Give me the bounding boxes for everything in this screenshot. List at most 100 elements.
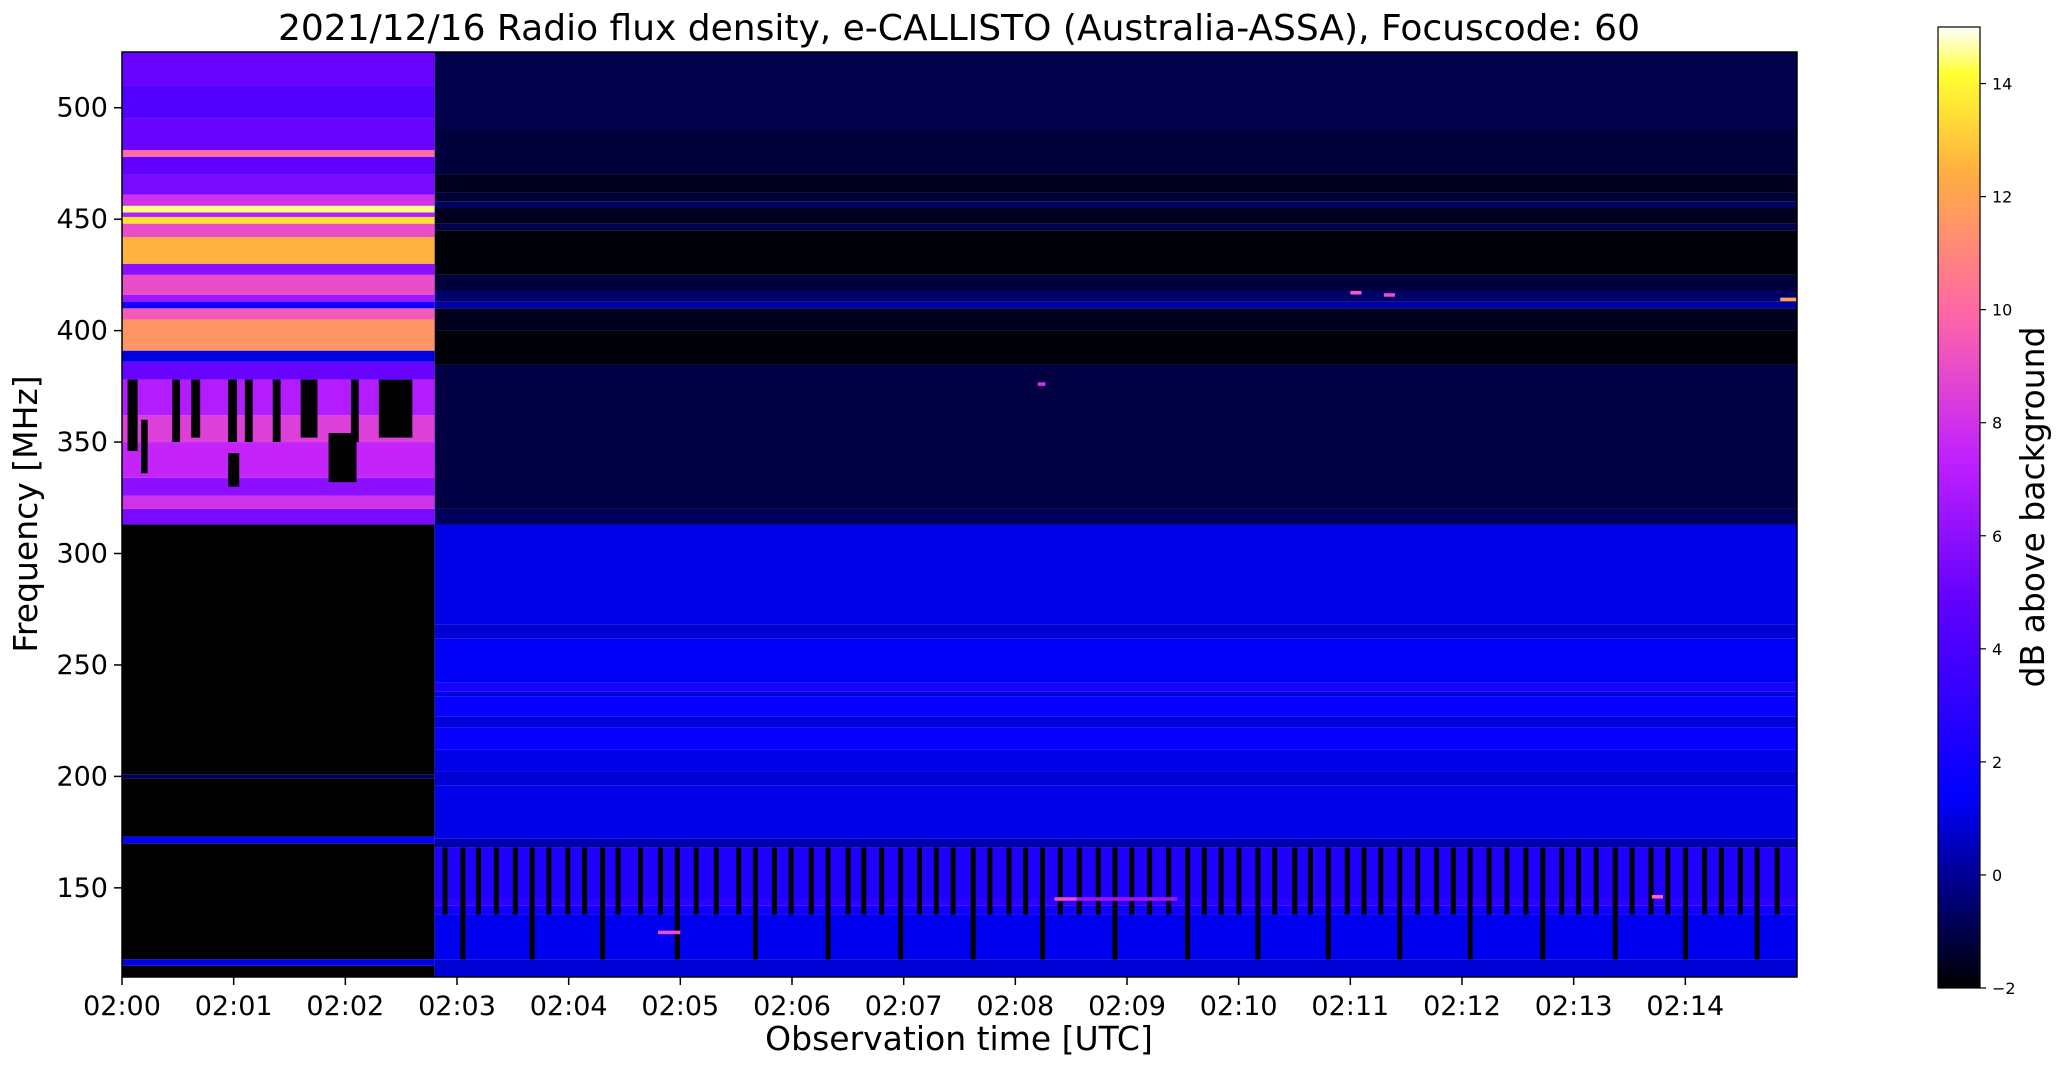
x-tick-label: 02:07 (865, 991, 943, 1022)
dropout-late (1378, 847, 1384, 915)
dropout-late (1737, 847, 1743, 915)
dropout-late (1095, 847, 1101, 915)
dropout-early (244, 379, 253, 443)
x-axis: 02:00 02:01 02:02 02:03 02:04 02:05 02:06 02:07… (83, 977, 1724, 1022)
dropout-late (736, 847, 742, 915)
frequency-band-early (122, 308, 435, 320)
dropout-late (1023, 847, 1029, 915)
dropout-early (127, 379, 138, 451)
frequency-band-early (122, 350, 435, 362)
dropout-late (1540, 847, 1546, 960)
frequency-band-early (122, 223, 435, 237)
dropout-late (898, 847, 904, 960)
dropout-early (272, 379, 281, 443)
frequency-band-early (122, 85, 435, 119)
frequency-band-late (434, 959, 1797, 977)
dropout-late (512, 847, 518, 915)
frequency-band-late (434, 192, 1797, 202)
dropout-late (1112, 847, 1118, 960)
colorbar-tick-label: 12 (1992, 188, 2012, 207)
dropout-late (1236, 847, 1242, 915)
dropout-late (1575, 847, 1581, 915)
frequency-band-early (122, 216, 435, 224)
dropout-late (1467, 847, 1473, 960)
dropout-late (1612, 847, 1618, 960)
dropout-late (933, 847, 939, 915)
chart-title: 2021/12/16 Radio flux density, e-CALLIST… (278, 8, 1640, 49)
frequency-band-early (122, 778, 435, 837)
frequency-band-early (122, 150, 435, 157)
frequency-band-early (122, 156, 435, 175)
frequency-band-early (122, 495, 435, 509)
frequency-band-late (434, 749, 1797, 772)
spectrogram-plot (122, 52, 1797, 977)
colorbar-tick-label: 8 (1992, 414, 2002, 433)
x-tick-label: 02:10 (1200, 991, 1278, 1022)
frequency-band-early (122, 294, 435, 302)
dropout-late (808, 847, 814, 915)
frequency-band-early (122, 959, 435, 966)
dropout-late (861, 847, 867, 915)
dropout-late (1415, 847, 1421, 915)
frequency-band-late (434, 682, 1797, 692)
frequency-band-early (122, 965, 435, 977)
colorbar-tick-label: 4 (1992, 640, 2002, 659)
dropout-late (442, 847, 448, 915)
y-tick-label: 250 (56, 650, 108, 681)
colorbar-tick-label: 6 (1992, 527, 2002, 546)
frequency-band-late (434, 174, 1797, 193)
frequency-band-late (434, 290, 1797, 302)
frequency-band-late (434, 274, 1797, 291)
dropout-early (350, 379, 359, 443)
dropout-late (1648, 847, 1654, 915)
frequency-band-early (122, 774, 435, 779)
frequency-band-late (434, 524, 1797, 625)
bright-feature (1651, 894, 1663, 899)
dropout-late (1702, 847, 1708, 915)
dropout-late (1486, 847, 1492, 915)
frequency-band-early (122, 263, 435, 275)
colorbar-label: dB above background (2013, 327, 2052, 688)
x-tick-label: 02:14 (1646, 991, 1724, 1022)
y-tick-label: 200 (56, 761, 108, 792)
frequency-band-early (122, 212, 435, 217)
dropout-late (1147, 847, 1153, 915)
dropout-late (582, 847, 588, 915)
bright-feature (1037, 382, 1046, 386)
dropout-late (1629, 847, 1635, 915)
y-axis: 150 200 250 300 350 400 450 500 (56, 93, 122, 904)
colorbar-tick-label: −2 (1992, 979, 2016, 998)
y-tick-label: 400 (56, 316, 108, 347)
y-tick-label: 300 (56, 539, 108, 570)
dropout-late (1129, 847, 1135, 915)
spectrogram-figure: 2021/12/16 Radio flux density, e-CALLIST… (6, 8, 2052, 1058)
dropout-late (1504, 847, 1510, 915)
colorbar-tick-label: 14 (1992, 75, 2012, 94)
frequency-band-late (434, 330, 1797, 365)
frequency-band-late (434, 838, 1797, 848)
frequency-band-early (122, 174, 435, 195)
dropout-late (1006, 847, 1012, 915)
dropout-late (565, 847, 571, 915)
frequency-band-early (122, 301, 435, 309)
dropout-early (191, 379, 201, 438)
dropout-late (1218, 847, 1224, 915)
frequency-band-late (434, 716, 1797, 728)
x-tick-label: 02:04 (530, 991, 608, 1022)
colorbar-axis: −2 0 2 4 6 8 10 12 14 (1980, 75, 2016, 998)
dropout-late (713, 847, 719, 915)
frequency-band-late (434, 771, 1797, 786)
x-tick-label: 02:11 (1311, 991, 1389, 1022)
frequency-band-late (434, 223, 1797, 231)
x-tick-label: 02:02 (306, 991, 384, 1022)
frequency-band-early (122, 843, 435, 960)
dropout-late (879, 847, 885, 915)
dropout-late (1450, 847, 1456, 915)
dropout-late (546, 847, 552, 915)
dropout-late (493, 847, 499, 915)
dropout-early (172, 379, 181, 443)
dropout-late (1325, 847, 1331, 960)
dropout-late (788, 847, 794, 915)
frequency-band-early (122, 205, 435, 213)
dropout-late (845, 847, 851, 915)
